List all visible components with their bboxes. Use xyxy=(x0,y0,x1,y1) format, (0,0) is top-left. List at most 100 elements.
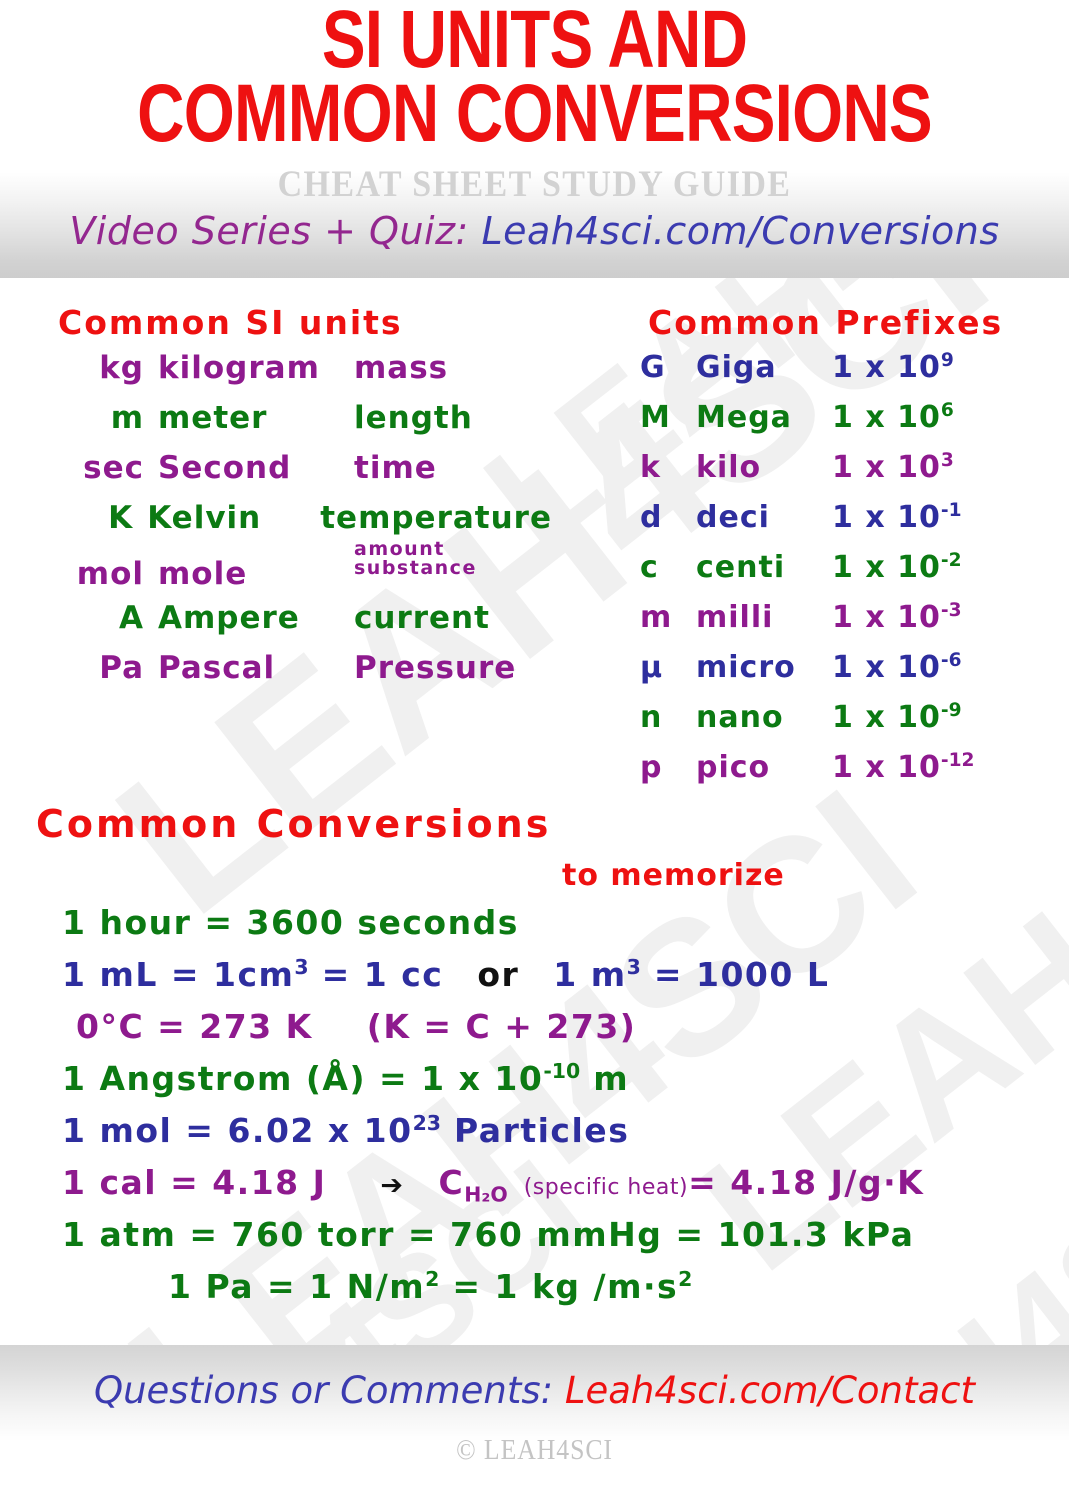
prefix-exponent: 3 xyxy=(940,450,954,471)
prefix-mantissa: 1 x 10 xyxy=(832,500,941,535)
si-unit-quantity-line-2: substance xyxy=(354,557,477,580)
si-unit-row: m meter length xyxy=(52,400,552,450)
si-unit-quantity: current xyxy=(354,600,490,636)
si-unit-name: Second xyxy=(158,450,292,486)
cheat-sheet-body: Common SI units kg kilogram mass m meter… xyxy=(0,278,1069,1345)
conversion-line-pressure: 1 atm = 760 torr = 760 mmHg = 101.3 kPa xyxy=(62,1215,915,1254)
si-unit-row: kg kilogram mass xyxy=(52,350,552,400)
footer-contact-label: Questions or Comments: xyxy=(93,1369,565,1412)
page-footer: Questions or Comments: Leah4sci.com/Cont… xyxy=(0,1345,1069,1500)
conversion-cal-note: (specific heat) xyxy=(523,1175,689,1200)
prefix-name: Mega xyxy=(696,400,792,435)
conversion-volume-part3: 1 m xyxy=(553,955,627,994)
prefix-name: pico xyxy=(696,750,771,785)
conversion-angstrom-sup: -10 xyxy=(543,1059,581,1083)
conversion-temp-formula: (K = C + 273) xyxy=(366,1007,637,1046)
si-unit-name: Ampere xyxy=(158,600,300,636)
copyright-notice: © LEAH4SCI xyxy=(456,1435,613,1466)
prefix-mantissa: 1 x 10 xyxy=(832,750,941,785)
prefix-exponent: -3 xyxy=(940,600,962,621)
prefixes-heading: Common Prefixes xyxy=(648,303,1004,342)
title-block: SI UNITS AND COMMON CONVERSIONS xyxy=(0,0,1069,155)
prefix-row: p pico 1 x 10-12 xyxy=(640,750,1060,800)
si-unit-quantity: mass xyxy=(354,350,449,386)
conversion-volume-part4: = 1000 L xyxy=(640,955,830,994)
conversion-angstrom-part2: m xyxy=(580,1059,630,1098)
conversion-mole-part2: Particles xyxy=(441,1111,630,1150)
prefix-name: Giga xyxy=(696,350,777,385)
prefix-name: kilo xyxy=(696,450,762,485)
prefix-exponent: 6 xyxy=(940,400,954,421)
si-unit-symbol: A xyxy=(119,600,144,636)
right-arrow-icon: ➔ xyxy=(380,1170,405,1201)
page-header: SI UNITS AND COMMON CONVERSIONS CHEAT SH… xyxy=(0,0,1069,278)
si-unit-name: Pascal xyxy=(158,650,276,686)
prefix-mantissa: 1 x 10 xyxy=(832,700,941,735)
conversion-cal-part1: 1 cal = 4.18 J xyxy=(62,1163,327,1202)
conversion-cal-formula-c: C xyxy=(438,1163,465,1202)
prefixes-table: G Giga 1 x 109 M Mega 1 x 106 k kilo 1 x… xyxy=(640,350,1060,800)
prefix-exponent: -2 xyxy=(940,550,962,571)
prefix-row: μ micro 1 x 10-6 xyxy=(640,650,1060,700)
prefix-exponent: -6 xyxy=(940,650,962,671)
conversion-mole-part1: 1 mol = 6.02 x 10 xyxy=(62,1111,413,1150)
prefix-name: deci xyxy=(696,500,770,535)
conversion-line-mole: 1 mol = 6.02 x 1023 Particles xyxy=(62,1111,629,1150)
conversion-volume-part1: 1 mL = 1cm xyxy=(62,955,295,994)
footer-contact-line: Questions or Comments: Leah4sci.com/Cont… xyxy=(0,1369,1069,1412)
conversion-line-hour: 1 hour = 3600 seconds xyxy=(62,903,519,942)
prefix-mantissa: 1 x 10 xyxy=(832,450,941,485)
prefix-exponent: -9 xyxy=(940,700,962,721)
si-unit-quantity: Pressure xyxy=(354,650,517,686)
prefix-symbol: k xyxy=(640,450,661,485)
si-unit-symbol: m xyxy=(110,400,144,436)
si-unit-symbol: mol xyxy=(76,556,144,593)
prefix-mantissa: 1 x 10 xyxy=(832,550,941,585)
conversion-cal-result: = 4.18 J/g·K xyxy=(688,1163,925,1202)
prefix-exponent: -12 xyxy=(940,750,975,771)
conversion-line-pascal: 1 Pa = 1 N/m2 = 1 kg /m·s2 xyxy=(168,1267,692,1306)
conversion-pascal-sup1: 2 xyxy=(425,1267,440,1291)
prefix-name: milli xyxy=(696,600,774,635)
prefix-row: m milli 1 x 10-3 xyxy=(640,600,1060,650)
video-series-url[interactable]: Leah4sci.com/Conversions xyxy=(481,209,999,253)
conversion-volume-sup1: 3 xyxy=(294,955,309,979)
prefix-name: nano xyxy=(696,700,784,735)
prefix-mantissa: 1 x 10 xyxy=(832,650,941,685)
conversion-pascal-part2: = 1 kg /m·s xyxy=(439,1267,679,1306)
si-unit-name: Kelvin xyxy=(147,500,262,536)
prefix-value: 1 x 103 xyxy=(832,450,1060,485)
si-units-heading: Common SI units xyxy=(58,303,403,342)
si-unit-name: meter xyxy=(158,400,268,436)
footer-contact-url[interactable]: Leah4sci.com/Contact xyxy=(565,1369,975,1412)
conversion-line-angstrom: 1 Angstrom (Å) = 1 x 10-10 m xyxy=(62,1059,629,1098)
si-unit-quantity: length xyxy=(354,400,473,436)
conversion-volume-connector: or xyxy=(477,955,520,994)
prefix-value: 1 x 10-3 xyxy=(832,600,1060,635)
si-unit-symbol: kg xyxy=(99,350,144,386)
conversion-volume-part2: = 1 cc xyxy=(308,955,444,994)
video-series-line: Video Series + Quiz: Leah4sci.com/Conver… xyxy=(0,209,1069,253)
conversion-angstrom-part1: 1 Angstrom (Å) = 1 x 10 xyxy=(62,1059,544,1098)
prefix-mantissa: 1 x 10 xyxy=(832,400,941,435)
prefix-symbol: d xyxy=(640,500,663,535)
prefix-mantissa: 1 x 10 xyxy=(832,350,941,385)
prefix-row: k kilo 1 x 103 xyxy=(640,450,1060,500)
si-unit-symbol: Pa xyxy=(99,650,144,686)
prefix-value: 1 x 10-1 xyxy=(832,500,1060,535)
conversion-volume-sup2: 3 xyxy=(626,955,641,979)
si-unit-row: sec Second time xyxy=(52,450,552,500)
prefix-row: c centi 1 x 10-2 xyxy=(640,550,1060,600)
prefix-value: 1 x 10-9 xyxy=(832,700,1060,735)
si-unit-row: K Kelvin temperature xyxy=(52,500,552,550)
video-series-label: Video Series + Quiz: xyxy=(69,209,482,253)
prefix-value: 1 x 10-12 xyxy=(832,750,1060,785)
prefix-symbol: c xyxy=(640,550,659,585)
page-title-line-1: SI UNITS AND xyxy=(321,0,748,85)
conversion-pascal-sup2: 2 xyxy=(678,1267,693,1291)
si-unit-quantity: temperature xyxy=(320,500,552,536)
prefix-symbol: M xyxy=(640,400,671,435)
prefix-row: M Mega 1 x 106 xyxy=(640,400,1060,450)
prefix-exponent: 9 xyxy=(940,350,954,371)
si-unit-row: mol mole amount substance xyxy=(52,539,552,600)
